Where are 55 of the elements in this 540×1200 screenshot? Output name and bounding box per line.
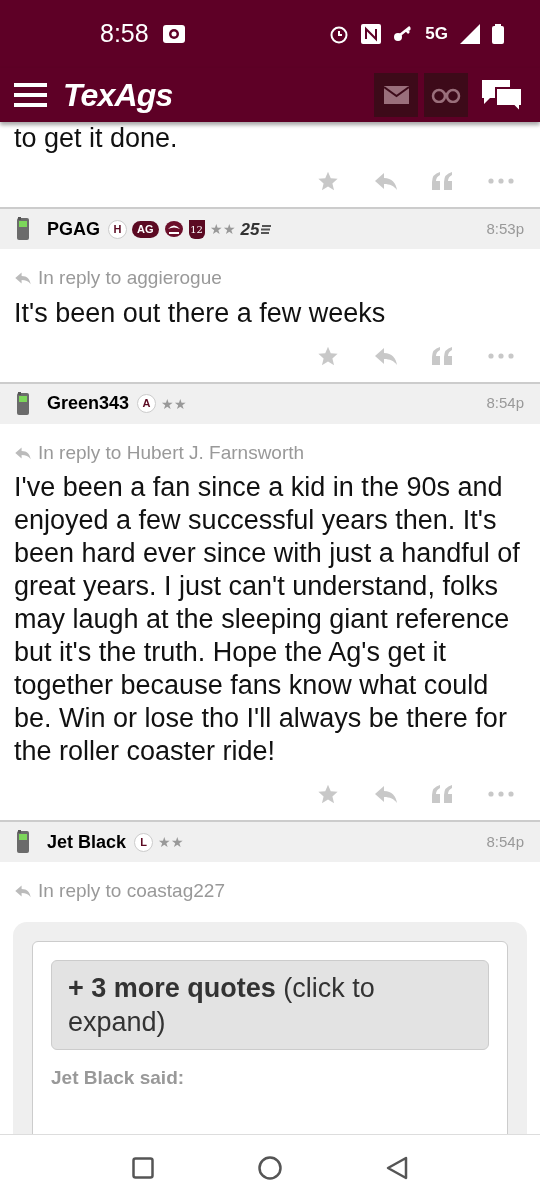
star-icon[interactable] [316, 170, 340, 192]
binoculars-icon [431, 87, 461, 103]
quote-icon[interactable] [432, 346, 454, 365]
reply-icon [14, 271, 32, 286]
signal-icon [460, 24, 480, 44]
post-time: 8:53p [486, 218, 524, 239]
network-label: 5G [425, 23, 448, 46]
quote-icon[interactable] [432, 172, 454, 190]
rank-badge: 25 [240, 220, 272, 238]
user-badge: A [137, 394, 157, 413]
more-quotes-button[interactable]: + 3 more quotes (click to expand) [51, 959, 489, 1050]
home-icon[interactable] [258, 1155, 282, 1180]
user-badge: 12 [188, 219, 205, 239]
mail-icon [383, 86, 409, 104]
post-body: I've been a fan since a kid in the 90s and enjoyed a few successful years then. It's been hard ever since with just a handful of great years. I just can't understand, folks may laugh at the sleeping giant reference but it's the truth. Hope the Ag's get it together because fans know what could be. Win or lose tho I'll always be there for the roller coaster ride! [13, 471, 521, 768]
member-level-mark: ★★ [209, 222, 236, 236]
username[interactable]: PGAG [47, 215, 100, 243]
member-level-mark: ★★ [161, 396, 188, 411]
watch-button[interactable] [424, 73, 468, 117]
reply-icon[interactable] [374, 784, 398, 804]
recents-icon[interactable] [132, 1156, 154, 1179]
emblem-icon [163, 220, 184, 238]
member-level-mark: ★★ [158, 835, 185, 849]
reply-icon[interactable] [374, 171, 398, 191]
phone-icon [16, 830, 30, 854]
user-badge: L [134, 832, 154, 852]
reply-icon[interactable] [374, 345, 398, 366]
menu-icon[interactable] [14, 82, 47, 108]
battery-icon [492, 24, 504, 44]
more-icon[interactable] [488, 791, 514, 797]
quote-icon[interactable] [432, 785, 454, 803]
post-time: 8:54p [486, 393, 524, 414]
reply-icon [14, 884, 32, 899]
username[interactable]: Jet Black [47, 828, 127, 856]
user-badge: AG [132, 220, 159, 238]
alarm-icon [329, 24, 350, 44]
username[interactable]: Green343 [47, 390, 130, 417]
nfc-icon [361, 24, 382, 44]
clock: 8:58 [100, 18, 149, 50]
screen-record-icon [162, 25, 185, 43]
more-icon[interactable] [488, 178, 514, 184]
messages-button[interactable] [374, 73, 418, 117]
phone-icon [16, 391, 30, 416]
quote-author: Jet Black said: [51, 1065, 186, 1090]
user-badge: H [108, 219, 127, 239]
more-icon[interactable] [488, 352, 514, 359]
star-icon[interactable] [316, 783, 340, 805]
logo[interactable]: TexAgs [63, 71, 173, 119]
post-time: 8:54p [486, 831, 524, 852]
post-body: It's been out there a few weeks [13, 296, 387, 330]
chat-icon[interactable] [480, 78, 524, 112]
post-body: to get it done. [13, 122, 179, 155]
phone-icon [16, 217, 30, 241]
reply-icon [14, 445, 32, 460]
back-icon[interactable] [386, 1155, 408, 1180]
